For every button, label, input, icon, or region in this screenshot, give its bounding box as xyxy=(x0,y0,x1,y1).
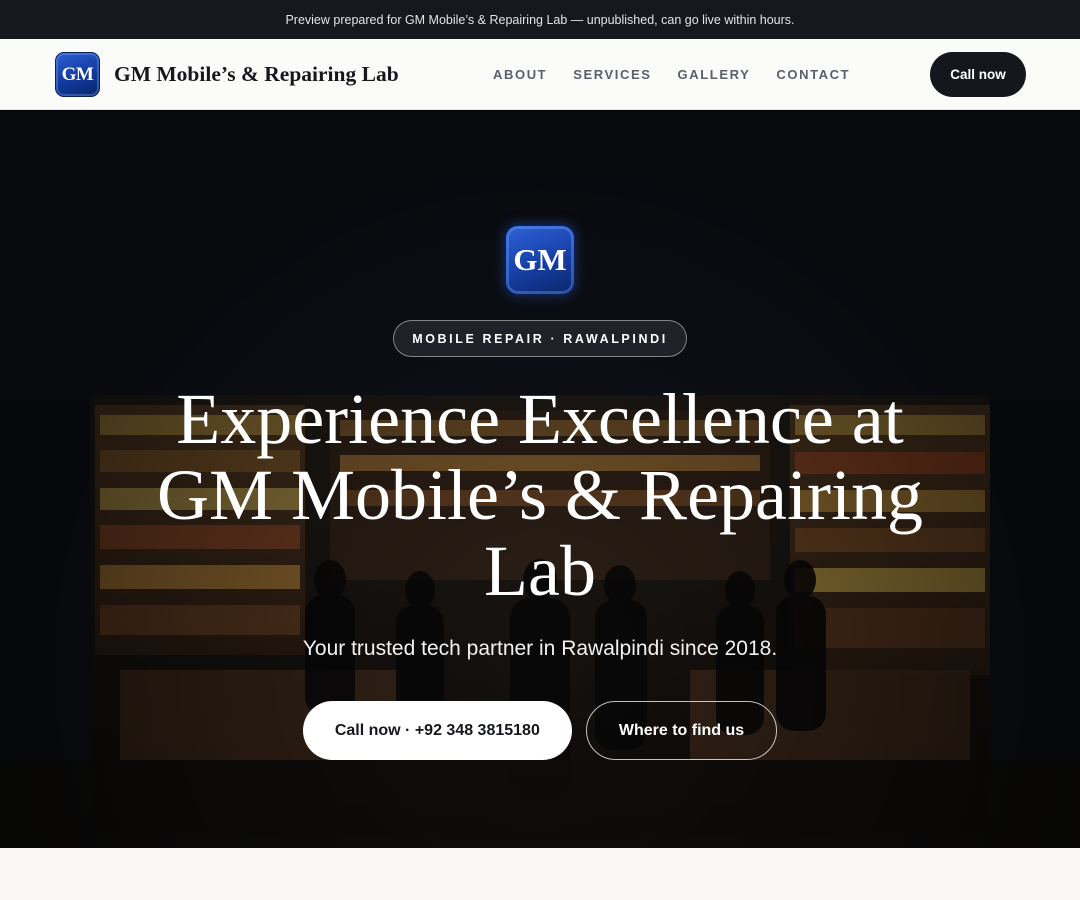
logo-icon: GM xyxy=(55,52,100,97)
main-nav: ABOUT SERVICES GALLERY CONTACT xyxy=(493,39,876,109)
hero-logo-icon: GM xyxy=(504,224,576,296)
hero-title-line-1: Experience Excellence at xyxy=(176,379,904,459)
logo-text: GM xyxy=(61,63,94,85)
where-to-find-us-button[interactable]: Where to find us xyxy=(585,701,778,760)
hero-content: GM MOBILE REPAIR · RAWALPINDI Experience… xyxy=(0,110,1080,848)
hero-cta-group: Call now · +92 348 3815180 Where to find… xyxy=(302,701,778,760)
preview-banner-text: Preview prepared for GM Mobile’s & Repai… xyxy=(285,12,795,27)
next-section xyxy=(0,848,1080,900)
hero-title: Experience Excellence at GM Mobile’s & R… xyxy=(150,381,930,609)
nav-services[interactable]: SERVICES xyxy=(573,67,651,82)
nav-about[interactable]: ABOUT xyxy=(493,67,547,82)
hero-logo-text: GM xyxy=(513,242,567,277)
preview-banner: Preview prepared for GM Mobile’s & Repai… xyxy=(0,0,1080,39)
brand-name: GM Mobile’s & Repairing Lab xyxy=(114,62,399,86)
hero-title-line-3: Lab xyxy=(484,531,596,611)
nav-gallery[interactable]: GALLERY xyxy=(678,67,751,82)
brand-link[interactable]: GM GM Mobile’s & Repairing Lab xyxy=(55,52,399,97)
hero-title-line-2: GM Mobile’s & Repairing xyxy=(157,455,923,535)
call-now-button[interactable]: Call now · +92 348 3815180 xyxy=(302,701,572,760)
site-header: GM GM Mobile’s & Repairing Lab ABOUT SER… xyxy=(0,39,1080,110)
hero-tag: MOBILE REPAIR · RAWALPINDI xyxy=(393,320,687,357)
hero-section: GM MOBILE REPAIR · RAWALPINDI Experience… xyxy=(0,110,1080,848)
header-call-button[interactable]: Call now xyxy=(930,52,1026,97)
nav-contact[interactable]: CONTACT xyxy=(776,67,850,82)
hero-subtitle: Your trusted tech partner in Rawalpindi … xyxy=(302,637,778,660)
